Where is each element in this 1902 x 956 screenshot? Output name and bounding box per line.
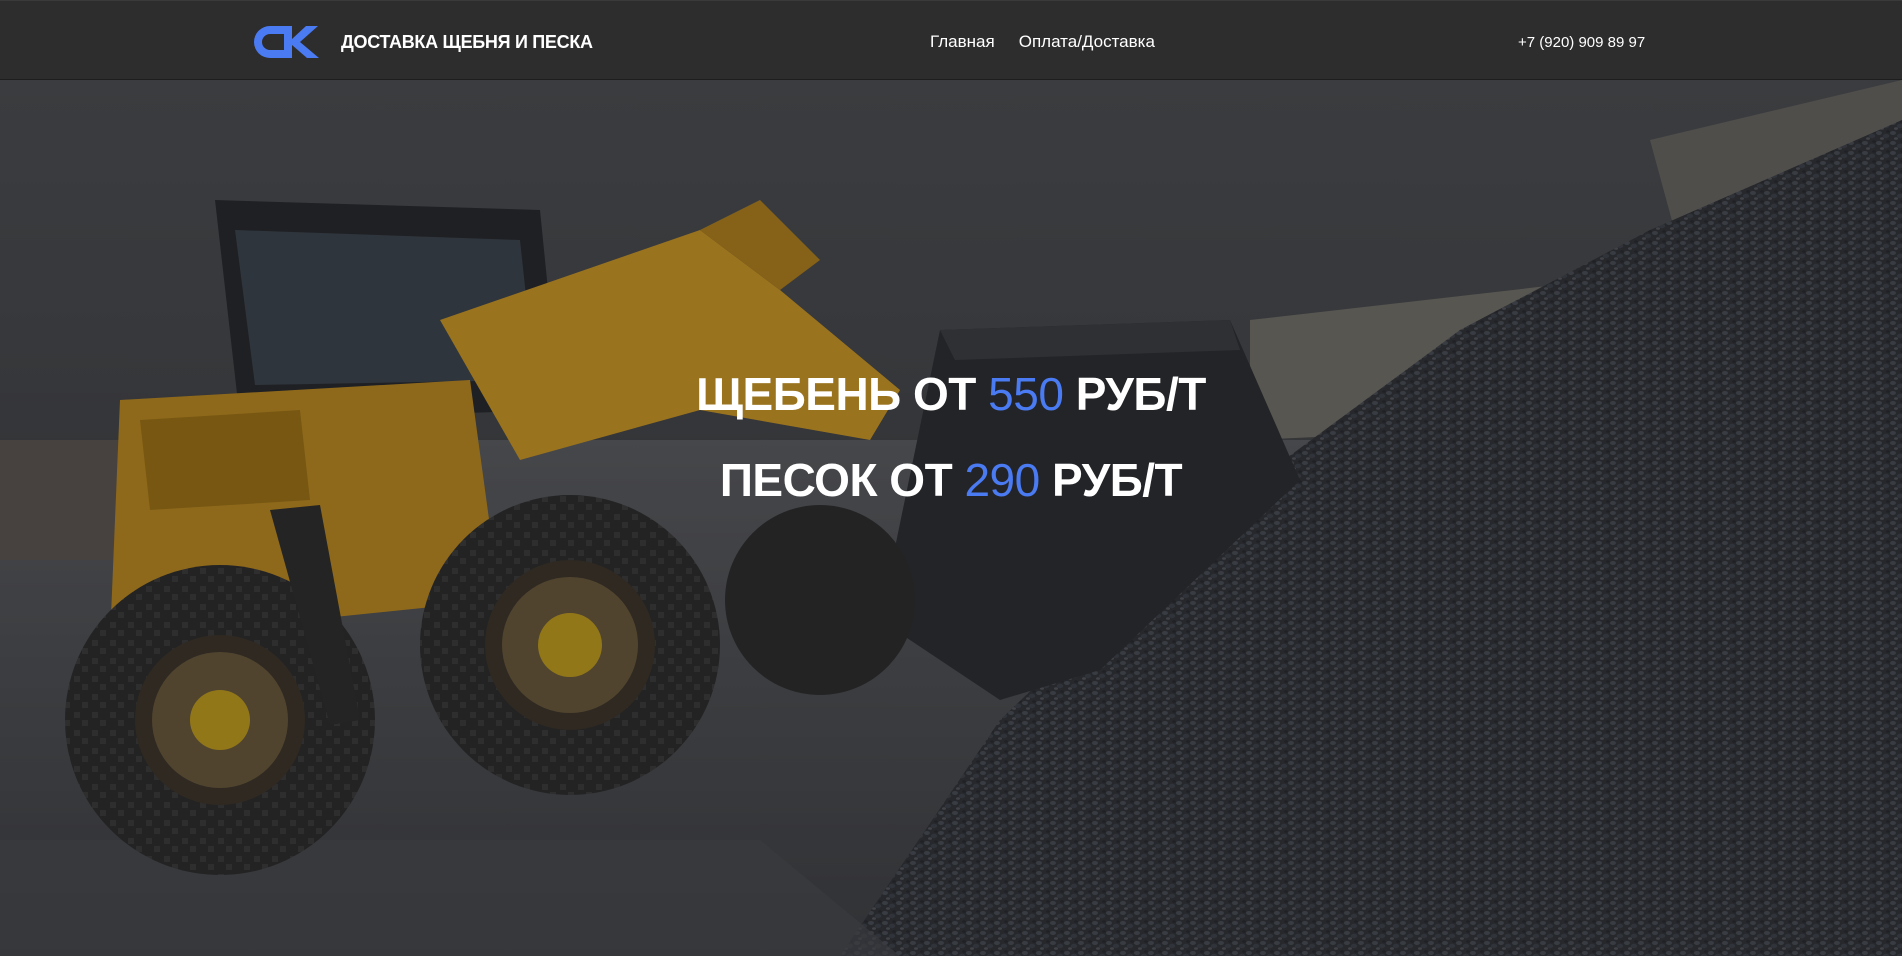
phone-number[interactable]: +7 (920) 909 89 97 [1518,34,1645,51]
sand-prefix: ПЕСОК ОТ [719,454,953,506]
dark-overlay [0,80,1902,956]
main-nav: Главная Оплата/Доставка [930,32,1155,52]
nav-link-payment-delivery[interactable]: Оплата/Доставка [1019,32,1155,52]
ck-logo-icon[interactable] [250,22,322,62]
hero-section: ЩЕБЕНЬ ОТ 550 РУБ/Т ПЕСОК ОТ 290 РУБ/Т [0,80,1902,956]
price-headline-gravel: ЩЕБЕНЬ ОТ 550 РУБ/Т [0,367,1902,421]
page: ДОСТАВКА ЩЕБНЯ И ПЕСКА Главная Оплата/До… [0,0,1902,956]
site-header: ДОСТАВКА ЩЕБНЯ И ПЕСКА Главная Оплата/До… [0,0,1902,80]
price-headline-sand: ПЕСОК ОТ 290 РУБ/Т [0,453,1902,507]
gravel-price: 550 [988,368,1064,420]
nav-link-home[interactable]: Главная [930,32,995,52]
gravel-prefix: ЩЕБЕНЬ ОТ [696,368,976,420]
site-brand[interactable]: ДОСТАВКА ЩЕБНЯ И ПЕСКА [341,32,593,53]
sand-unit: РУБ/Т [1052,454,1183,506]
gravel-unit: РУБ/Т [1075,368,1207,420]
sand-price: 290 [964,454,1040,506]
